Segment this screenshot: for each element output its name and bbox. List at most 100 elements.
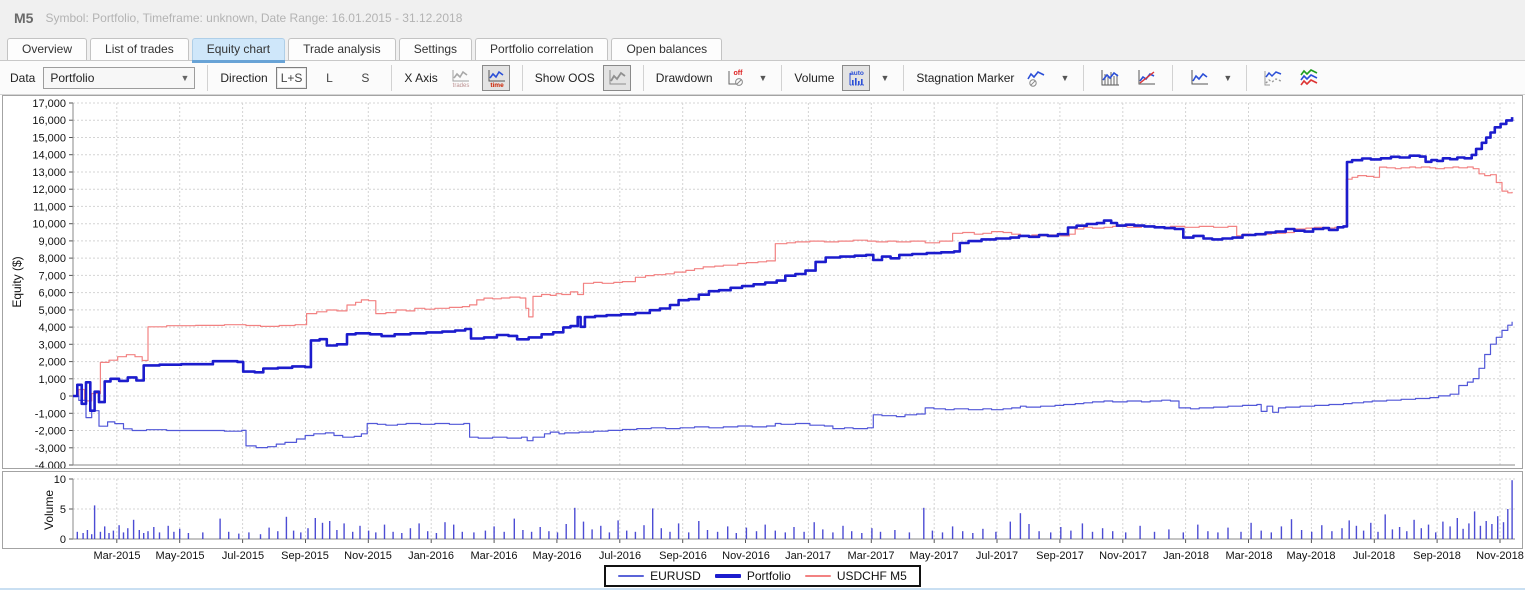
chart-legend: EURUSD Portfolio USDCHF M5 [604, 565, 921, 587]
tab-overview[interactable]: Overview [7, 38, 87, 60]
volume-mode-button[interactable]: auto [842, 65, 870, 91]
svg-text:6,000: 6,000 [38, 288, 66, 300]
xaxis-trades-button[interactable]: trades [446, 65, 474, 91]
usdchf-line-sample [805, 575, 831, 577]
svg-text:3,000: 3,000 [38, 339, 66, 351]
x-tick-label: Nov-2015 [344, 550, 392, 562]
volume-panel: Volume 0510 [2, 471, 1523, 549]
x-tick-label: Nov-2018 [1476, 550, 1524, 562]
svg-text:12,000: 12,000 [32, 184, 66, 196]
portfolio-line-sample [715, 574, 741, 578]
legend-label: USDCHF M5 [837, 569, 907, 583]
toolbar-divider [207, 65, 208, 91]
chart-style-button[interactable] [1185, 65, 1213, 91]
toolbar-divider [903, 65, 904, 91]
tab-list-of-trades[interactable]: List of trades [90, 38, 189, 60]
tab-open-balances[interactable]: Open balances [611, 38, 722, 60]
svg-text:-1,000: -1,000 [35, 408, 66, 420]
svg-text:8,000: 8,000 [38, 253, 66, 265]
svg-text:-2,000: -2,000 [35, 426, 66, 438]
direction-short-button[interactable]: S [351, 67, 379, 89]
drawdown-toggle-button[interactable]: off [721, 65, 749, 91]
equity-plot: -4,000-3,000-2,000-1,00001,0002,0003,000… [3, 96, 1522, 468]
chart-toolbar: Data Portfolio ▼ Direction L+S L S X Axi… [0, 61, 1525, 95]
equity-chart-page: Data Portfolio ▼ Direction L+S L S X Axi… [0, 60, 1525, 590]
stagnation-marker-button[interactable] [1022, 65, 1050, 91]
svg-text:14,000: 14,000 [32, 150, 66, 162]
svg-text:2,000: 2,000 [38, 357, 66, 369]
x-tick-label: Mar-2018 [1225, 550, 1272, 562]
x-tick-label: May-2015 [156, 550, 205, 562]
legend-label: Portfolio [747, 569, 791, 583]
svg-text:16,000: 16,000 [32, 115, 66, 127]
tab-portfolio-correlation[interactable]: Portfolio correlation [475, 38, 608, 60]
tab-trade-analysis[interactable]: Trade analysis [288, 38, 396, 60]
benchmark-compare-button[interactable] [1259, 65, 1287, 91]
x-tick-label: Sep-2017 [1036, 550, 1084, 562]
svg-text:17,000: 17,000 [32, 98, 66, 110]
svg-text:-4,000: -4,000 [35, 460, 66, 468]
bars-line-chart-icon [1099, 68, 1121, 88]
volume-auto-icon: auto [845, 67, 867, 89]
trend-line-chart-icon [1135, 68, 1157, 88]
x-tick-label: May-2018 [1287, 550, 1336, 562]
result-header: M5 Symbol: Portfolio, Timeframe: unknown… [0, 0, 1525, 36]
x-tick-label: Jul-2015 [222, 550, 264, 562]
result-subtitle: Symbol: Portfolio, Timeframe: unknown, D… [45, 11, 462, 25]
svg-text:0: 0 [60, 534, 66, 546]
toolbar-divider [643, 65, 644, 91]
x-tick-label: Mar-2015 [93, 550, 140, 562]
x-tick-label: Nov-2017 [1099, 550, 1147, 562]
svg-text:10,000: 10,000 [32, 219, 66, 231]
xaxis-label: X Axis [404, 71, 437, 85]
x-tick-label: Jan-2018 [1163, 550, 1209, 562]
tab-settings[interactable]: Settings [399, 38, 472, 60]
svg-text:trades: trades [452, 83, 469, 88]
drawdown-state-caption: off [733, 70, 743, 77]
direction-label: Direction [220, 71, 267, 85]
data-label: Data [10, 71, 35, 85]
data-select-value: Portfolio [50, 71, 94, 85]
trend-overlay-button[interactable] [1132, 65, 1160, 91]
equity-with-bars-button[interactable] [1096, 65, 1124, 91]
volume-label: Volume [794, 71, 834, 85]
direction-long-button[interactable]: L [315, 67, 343, 89]
stagnation-dropdown-arrow[interactable]: ▼ [1058, 73, 1071, 83]
x-tick-label: May-2017 [910, 550, 959, 562]
svg-text:11,000: 11,000 [33, 201, 66, 213]
xaxis-time-button[interactable]: time [482, 65, 510, 91]
volume-dropdown-arrow[interactable]: ▼ [878, 73, 891, 83]
svg-text:1,000: 1,000 [38, 374, 66, 386]
toolbar-divider [1246, 65, 1247, 91]
toolbar-divider [522, 65, 523, 91]
volume-axis-title: Volume [42, 490, 56, 530]
svg-text:4,000: 4,000 [38, 322, 66, 334]
toolbar-divider [391, 65, 392, 91]
x-tick-label: Sep-2015 [281, 550, 329, 562]
x-tick-label: Mar-2017 [847, 550, 894, 562]
toolbar-divider [1083, 65, 1084, 91]
direction-long-short-button[interactable]: L+S [276, 67, 308, 89]
tab-bar: Overview List of trades Equity chart Tra… [0, 36, 1525, 60]
equity-chart-panel: Equity ($) -4,000-3,000-2,000-1,00001,00… [2, 95, 1523, 469]
eurusd-line-sample [618, 575, 644, 577]
svg-text:time: time [490, 82, 504, 88]
toolbar-divider [781, 65, 782, 91]
tab-equity-chart[interactable]: Equity chart [192, 38, 285, 60]
multi-symbol-chart-button[interactable] [1295, 65, 1323, 91]
data-select[interactable]: Portfolio ▼ [43, 67, 195, 89]
chart-style-dropdown-arrow[interactable]: ▼ [1221, 73, 1234, 83]
timeframe-badge: M5 [14, 10, 33, 26]
svg-text:9,000: 9,000 [38, 236, 66, 248]
show-oos-button[interactable] [603, 65, 631, 91]
x-tick-label: Nov-2016 [722, 550, 770, 562]
svg-text:10: 10 [54, 474, 66, 486]
drawdown-dropdown-arrow[interactable]: ▼ [757, 73, 770, 83]
svg-text:-3,000: -3,000 [35, 443, 66, 455]
legend-item-eurusd: EURUSD [618, 569, 701, 583]
x-tick-label: Jul-2016 [599, 550, 641, 562]
chevron-down-icon: ▼ [180, 73, 189, 83]
toolbar-divider [1172, 65, 1173, 91]
benchmark-lines-icon [1262, 68, 1284, 88]
svg-text:7,000: 7,000 [38, 270, 66, 282]
